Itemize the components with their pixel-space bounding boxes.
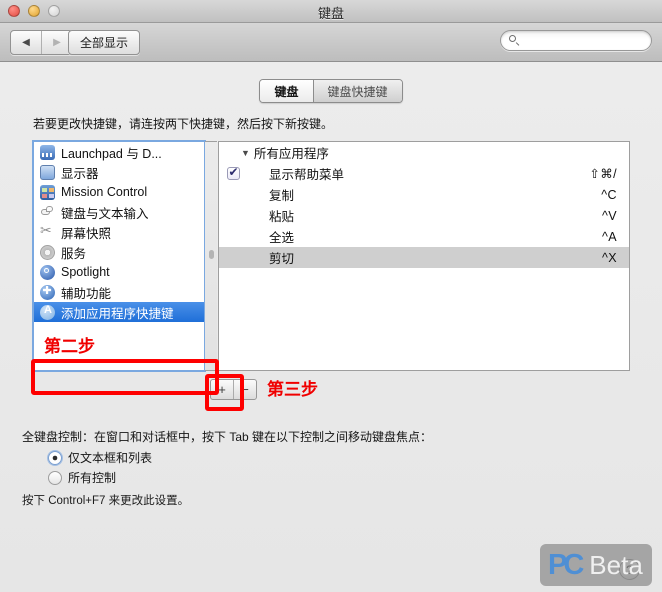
shortcut-name: 粘贴 xyxy=(269,210,295,224)
window-title: 键盘 xyxy=(317,6,344,21)
category-label: 辅助功能 xyxy=(61,286,112,301)
add-shortcut-button[interactable]: + xyxy=(211,380,233,399)
shortcut-checkbox-cell[interactable] xyxy=(219,251,247,264)
shortcut-name: 全选 xyxy=(269,231,295,245)
shortcut-name: 剪切 xyxy=(269,252,295,266)
full-keyboard-access-note: 按下 Control+F7 来更改此设置。 xyxy=(22,495,190,507)
shortcut-key: ^C xyxy=(601,187,617,202)
category-label: 添加应用程序快捷键 xyxy=(61,306,174,321)
spotlight-icon xyxy=(40,264,55,280)
shortcut-key: ⇧⌘/ xyxy=(589,167,617,181)
list-edit-buttons: + − xyxy=(210,379,257,400)
tab-bar: 键盘 键盘快捷键 xyxy=(0,79,662,103)
keyboard-icon xyxy=(40,205,55,220)
shortcut-name: 复制 xyxy=(269,189,295,203)
instruction-text: 若要更改快捷键，请连按两下快捷键，然后按下新按键。 xyxy=(33,117,334,131)
table-row[interactable]: 复制 ^C xyxy=(219,184,629,205)
shortcut-key: ^A xyxy=(601,229,617,244)
shortcut-list[interactable]: ▼ 所有应用程序 显示帮助菜单 ⇧⌘/ 复制 ^C xyxy=(218,141,630,371)
list-scrollbar[interactable] xyxy=(205,141,217,371)
tab-keyboard-shortcuts[interactable]: 键盘快捷键 xyxy=(312,80,402,102)
shortcut-checkbox-cell[interactable] xyxy=(219,230,247,243)
tab-keyboard[interactable]: 键盘 xyxy=(260,80,313,102)
table-row[interactable]: 全选 ^A xyxy=(219,226,629,247)
preferences-content: 键盘 键盘快捷键 若要更改快捷键，请连按两下快捷键，然后按下新按键。 Launc… xyxy=(0,62,662,592)
full-keyboard-access-label: 全键盘控制：在窗口和对话框中，按下 Tab 键在以下控制之间移动键盘焦点： xyxy=(22,430,433,444)
shortcut-checkbox-cell[interactable] xyxy=(219,209,247,222)
radio-selected-icon[interactable] xyxy=(48,450,62,465)
search-field[interactable] xyxy=(500,30,652,51)
watermark: PC Beta xyxy=(540,544,652,586)
radio-label: 仅文本框和列表 xyxy=(68,451,153,465)
toolbar: ◀ ▶ 全部显示 xyxy=(0,23,662,62)
remove-shortcut-button[interactable]: − xyxy=(233,380,256,399)
category-label: 显示器 xyxy=(61,166,99,181)
keyboard-preferences-window: 键盘 ◀ ▶ 全部显示 键盘 键盘快捷键 若要更改快捷键，请连按两下快捷键，然后… xyxy=(0,0,662,592)
category-item-mission-control[interactable]: Mission Control xyxy=(34,182,204,202)
services-gear-icon xyxy=(40,244,55,260)
checkbox-empty-icon[interactable] xyxy=(227,188,240,201)
search-icon xyxy=(509,35,520,46)
checkbox-empty-icon[interactable] xyxy=(227,230,240,243)
category-item-keyboard-text-input[interactable]: 键盘与文本输入 xyxy=(34,202,204,222)
category-item-screenshot[interactable]: 屏幕快照 xyxy=(34,222,204,242)
show-all-button[interactable]: 全部显示 xyxy=(68,30,141,55)
annotation-step3: 第三步 xyxy=(267,380,318,399)
display-icon xyxy=(40,164,55,180)
checkbox-empty-icon[interactable] xyxy=(227,209,240,222)
category-item-launchpad[interactable]: Launchpad 与 D... xyxy=(34,142,204,162)
radio-option-all-controls[interactable]: 所有控制 xyxy=(48,469,116,486)
category-item-accessibility[interactable]: 辅助功能 xyxy=(34,282,204,302)
shortcut-name: 显示帮助菜单 xyxy=(269,168,345,182)
category-label: 键盘与文本输入 xyxy=(61,206,149,221)
shortcut-panes: Launchpad 与 D... 显示器 Mission Control 键盘与… xyxy=(32,140,630,372)
category-item-app-shortcuts[interactable]: 添加应用程序快捷键 xyxy=(34,302,204,322)
category-label: 服务 xyxy=(61,246,87,261)
category-list[interactable]: Launchpad 与 D... 显示器 Mission Control 键盘与… xyxy=(32,140,206,372)
shortcut-key: ^X xyxy=(601,250,617,265)
category-label: 屏幕快照 xyxy=(61,226,112,241)
category-item-spotlight[interactable]: Spotlight xyxy=(34,262,204,282)
shortcut-checkbox-cell[interactable] xyxy=(219,188,247,201)
category-item-display[interactable]: 显示器 xyxy=(34,162,204,182)
shortcut-checkbox-cell[interactable] xyxy=(219,165,247,180)
launchpad-icon xyxy=(40,144,55,160)
navigation-buttons: ◀ ▶ xyxy=(10,30,73,55)
shortcut-key: ^V xyxy=(601,208,617,223)
chevron-down-icon[interactable]: ▼ xyxy=(241,148,250,158)
search-input[interactable] xyxy=(524,33,648,48)
radio-unselected-icon[interactable] xyxy=(48,470,62,485)
category-label: Spotlight xyxy=(61,265,110,279)
table-row[interactable]: 剪切 ^X xyxy=(219,247,629,268)
title-bar: 键盘 xyxy=(0,0,662,23)
watermark-pc-text: PC xyxy=(548,548,584,581)
mission-control-icon xyxy=(40,184,55,200)
table-row[interactable]: 显示帮助菜单 ⇧⌘/ xyxy=(219,163,629,184)
radio-label: 所有控制 xyxy=(68,471,117,485)
back-button[interactable]: ◀ xyxy=(11,31,41,54)
category-label: Launchpad 与 D... xyxy=(61,146,162,161)
checkbox-checked-icon[interactable] xyxy=(226,165,240,180)
accessibility-icon xyxy=(40,284,55,300)
checkbox-empty-icon[interactable] xyxy=(227,251,240,264)
category-label: Mission Control xyxy=(61,185,148,199)
radio-option-text-boxes-and-lists[interactable]: 仅文本框和列表 xyxy=(48,449,152,466)
table-row[interactable]: 粘贴 ^V xyxy=(219,205,629,226)
shortcut-group-label: 所有应用程序 xyxy=(253,147,329,161)
app-store-icon xyxy=(40,304,55,320)
watermark-beta-text: Beta xyxy=(589,550,643,580)
category-item-services[interactable]: 服务 xyxy=(34,242,204,262)
annotation-step2: 第二步 xyxy=(44,337,95,356)
screenshot-icon xyxy=(40,222,55,240)
shortcut-group-header[interactable]: ▼ 所有应用程序 xyxy=(219,142,629,163)
